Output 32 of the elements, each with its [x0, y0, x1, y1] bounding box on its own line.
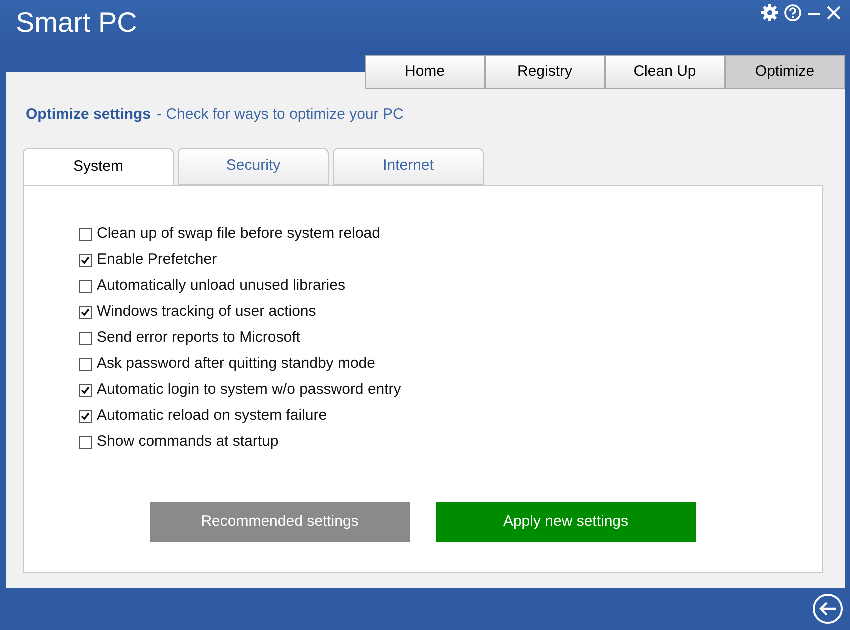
- checkbox[interactable]: [79, 410, 92, 422]
- checkbox[interactable]: [79, 436, 92, 448]
- tab[interactable]: Security: [178, 148, 329, 185]
- option-label: Ask password after quitting standby mode: [97, 354, 376, 374]
- nav-tab[interactable]: Home: [365, 55, 485, 89]
- section-title: Optimize settings: [26, 104, 152, 125]
- option-label: Automatic reload on system failure: [97, 406, 328, 426]
- checkbox[interactable]: [79, 384, 92, 396]
- option-label: Clean up of swap file before system reload: [97, 224, 380, 244]
- checkbox[interactable]: [79, 254, 92, 266]
- checkbox[interactable]: [79, 358, 92, 370]
- option-label: Automatic login to system w/o password entry: [97, 380, 402, 400]
- checkbox[interactable]: [79, 332, 92, 344]
- tab[interactable]: Internet: [333, 148, 484, 185]
- close-icon[interactable]: [826, 4, 842, 22]
- checkbox[interactable]: [79, 228, 92, 240]
- option-label: Show commands at startup: [97, 432, 279, 452]
- checkbox[interactable]: [79, 280, 92, 292]
- option-label: Enable Prefetcher: [97, 250, 218, 270]
- option-label: Send error reports to Microsoft: [97, 328, 300, 348]
- settings-icon[interactable]: [761, 4, 779, 22]
- apply-button[interactable]: Apply new settings: [436, 502, 696, 542]
- tab[interactable]: System: [23, 148, 174, 186]
- nav-tab[interactable]: Optimize: [725, 55, 845, 89]
- window-title: Smart PC: [15, 6, 138, 40]
- nav-tab[interactable]: Clean Up: [605, 55, 725, 89]
- option-label: Automatically unload unused libraries: [97, 276, 346, 296]
- checkbox[interactable]: [79, 306, 92, 318]
- nav-tab[interactable]: Registry: [485, 55, 605, 89]
- help-icon[interactable]: [784, 4, 802, 22]
- option-label: Windows tracking of user actions: [97, 302, 316, 322]
- section-subtitle: - Check for ways to optimize your PC: [157, 104, 404, 125]
